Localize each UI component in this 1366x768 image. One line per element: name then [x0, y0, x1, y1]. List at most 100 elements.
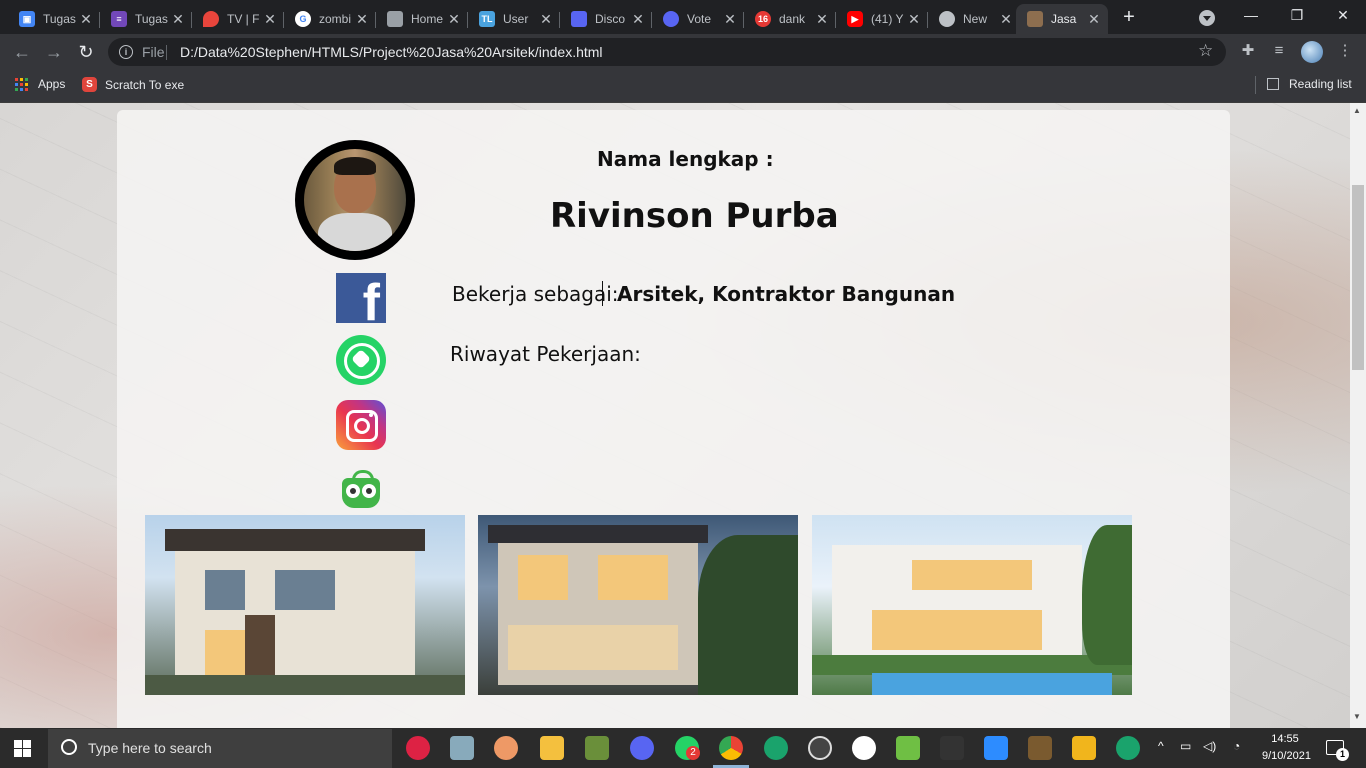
tab-search-icon[interactable]	[1199, 10, 1215, 26]
paint3d-app-icon[interactable]	[494, 736, 518, 760]
youtube-icon: ▶	[847, 11, 863, 27]
scroll-up-arrow-icon[interactable]: ▲	[1353, 106, 1361, 115]
clock-date: 9/10/2021	[1262, 750, 1311, 762]
full-name: Rivinson Purba	[550, 196, 839, 236]
url-scheme: File	[142, 44, 165, 60]
tab-title: Vote	[687, 12, 712, 26]
taskbar-search-placeholder[interactable]: Type here to search	[88, 740, 212, 756]
tab-title: Jasa	[1051, 12, 1077, 26]
spotify-like-app-icon[interactable]	[852, 736, 876, 760]
wifi-icon[interactable]: ◔	[1233, 739, 1240, 753]
volume-icon[interactable]: ◁)	[1203, 739, 1216, 753]
close-window-button[interactable]: ✕	[1320, 0, 1366, 32]
close-icon[interactable]: ✕	[1086, 11, 1102, 28]
battery-icon[interactable]: ▭	[1180, 739, 1191, 753]
atom-app-icon[interactable]	[764, 736, 788, 760]
discord-taskbar-icon[interactable]	[630, 736, 654, 760]
close-icon[interactable]: ✕	[630, 11, 646, 28]
instagram-icon[interactable]	[336, 400, 386, 450]
media-control-icon[interactable]: ≡	[1270, 42, 1288, 60]
obs-app-icon[interactable]	[808, 736, 832, 760]
bookmark-star-icon[interactable]: ☆	[1198, 41, 1213, 61]
close-icon[interactable]: ✕	[262, 11, 278, 28]
tab-1[interactable]: ▣ Tugas ✕	[8, 4, 100, 34]
close-icon[interactable]: ✕	[906, 11, 922, 28]
tab-title: Home	[411, 12, 444, 26]
show-hidden-icons-icon[interactable]: ^	[1158, 739, 1164, 753]
tab-6[interactable]: TL User ✕	[468, 4, 560, 34]
scrollbar-thumb[interactable]	[1352, 185, 1364, 370]
close-icon[interactable]: ✕	[538, 11, 554, 28]
close-icon[interactable]: ✕	[78, 11, 94, 28]
terminal-app-icon[interactable]	[940, 736, 964, 760]
back-icon[interactable]: ←	[12, 42, 32, 62]
house-photo-3	[812, 515, 1132, 695]
tab-title: New	[963, 12, 988, 26]
restore-button[interactable]: ❐	[1274, 0, 1320, 32]
url-text[interactable]: D:/Data%20Stephen/HTMLS/Project%20Jasa%2…	[180, 44, 603, 60]
tab-9[interactable]: 16 dank ✕	[744, 4, 836, 34]
tab-11[interactable]: New ✕	[928, 4, 1020, 34]
tab-2[interactable]: ≡ Tugas ✕	[100, 4, 192, 34]
new-tab-button[interactable]: +	[1118, 6, 1140, 28]
facebook-icon[interactable]: f	[336, 273, 386, 329]
tab-12-active[interactable]: Jasa ✕	[1016, 4, 1108, 34]
reading-list-icon	[1267, 78, 1279, 90]
notes-app-icon[interactable]	[1072, 736, 1096, 760]
file-explorer-icon[interactable]	[540, 736, 564, 760]
bookmark-label: Apps	[38, 77, 66, 91]
address-bar[interactable]: i File D:/Data%20Stephen/HTMLS/Project%2…	[108, 38, 1226, 66]
taskbar-clock[interactable]: 14:55 9/10/2021	[1262, 731, 1311, 765]
job-label: Bekerja sebagai:	[452, 282, 619, 306]
bookmark-apps[interactable]: Apps	[15, 77, 65, 91]
chrome-taskbar-icon[interactable]	[719, 736, 743, 760]
profile-avatar[interactable]	[1301, 41, 1323, 63]
scratch-icon: S	[82, 77, 97, 92]
tokopedia-icon[interactable]	[340, 468, 382, 508]
close-icon[interactable]: ✕	[814, 11, 830, 28]
reading-list-button[interactable]: Reading list	[1267, 77, 1352, 91]
minecraft-icon[interactable]	[585, 736, 609, 760]
tab-title: Tugas	[43, 12, 76, 26]
house-photo-1	[145, 515, 465, 695]
close-icon[interactable]: ✕	[722, 11, 738, 28]
job-title: Arsitek, Kontraktor Bangunan	[617, 282, 956, 306]
minimize-button[interactable]: —	[1228, 0, 1274, 32]
name-label: Nama lengkap :	[597, 147, 774, 171]
atom-secondary-icon[interactable]	[1116, 736, 1140, 760]
tab-title: TV | F	[227, 12, 260, 26]
page-icon	[1027, 11, 1043, 27]
close-icon[interactable]: ✕	[170, 11, 186, 28]
bookmarks-bar: Apps S Scratch To exe	[0, 70, 1366, 103]
info-icon[interactable]: i	[119, 45, 133, 59]
tab-5[interactable]: Home ✕	[376, 4, 468, 34]
bookmark-scratch-to-exe[interactable]: S Scratch To exe	[82, 77, 184, 92]
tab-3[interactable]: TV | F ✕	[192, 4, 284, 34]
tab-10[interactable]: ▶ (41) Y ✕	[836, 4, 928, 34]
discord-icon	[663, 11, 679, 27]
menu-icon[interactable]: ⋮	[1336, 42, 1354, 60]
tab-title: Disco	[595, 12, 626, 26]
discord-icon	[571, 11, 587, 27]
extensions-icon[interactable]: ✚	[1239, 42, 1257, 60]
close-icon[interactable]: ✕	[446, 11, 462, 28]
tab-7[interactable]: Disco ✕	[560, 4, 652, 34]
photos-app-icon[interactable]	[450, 736, 474, 760]
tab-8[interactable]: Vote ✕	[652, 4, 744, 34]
close-icon[interactable]: ✕	[998, 11, 1014, 28]
close-icon[interactable]: ✕	[354, 11, 370, 28]
tab-4[interactable]: G zombi ✕	[284, 4, 376, 34]
reload-icon[interactable]: ↻	[76, 42, 96, 62]
profile-photo	[295, 140, 415, 260]
work-history-label: Riwayat Pekerjaan:	[450, 342, 641, 366]
paint-app-icon[interactable]	[406, 736, 430, 760]
tab-strip: ▣ Tugas ✕ ≡ Tugas ✕ TV | F ✕ G zombi ✕ H…	[0, 0, 1366, 34]
scroll-down-arrow-icon[interactable]: ▼	[1353, 712, 1361, 721]
zoom-app-icon[interactable]	[984, 736, 1008, 760]
windows-start-icon[interactable]	[14, 740, 31, 757]
chrome-icon	[939, 11, 955, 27]
whatsapp-icon[interactable]	[336, 335, 386, 385]
forward-icon[interactable]: →	[44, 42, 64, 62]
minecraft-launcher-icon[interactable]	[1028, 736, 1052, 760]
spreadsheet-app-icon[interactable]	[896, 736, 920, 760]
